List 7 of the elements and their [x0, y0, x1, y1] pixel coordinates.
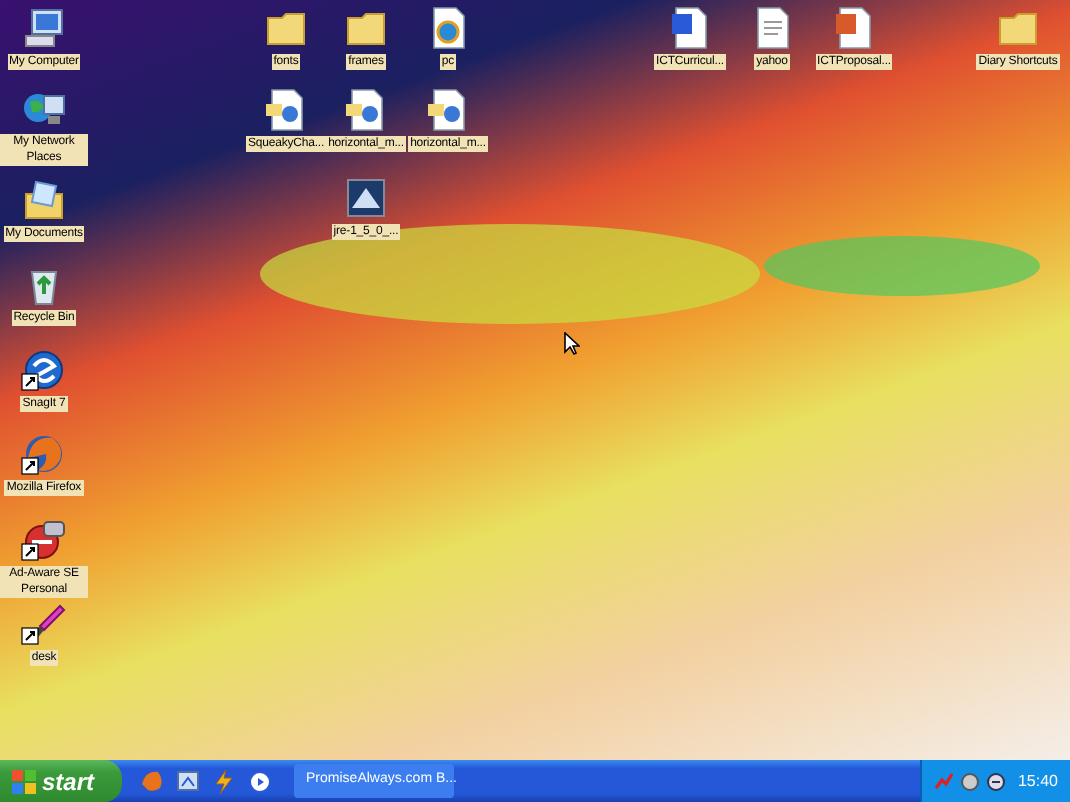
windows-logo-icon — [12, 769, 36, 793]
mouse-cursor-icon — [564, 332, 580, 356]
desktop-icon[interactable] — [174, 767, 203, 795]
start-button[interactable]: start — [0, 760, 123, 802]
play-icon[interactable] — [246, 767, 275, 795]
lightning-icon[interactable] — [210, 767, 239, 795]
computer-icon[interactable] — [20, 4, 68, 52]
